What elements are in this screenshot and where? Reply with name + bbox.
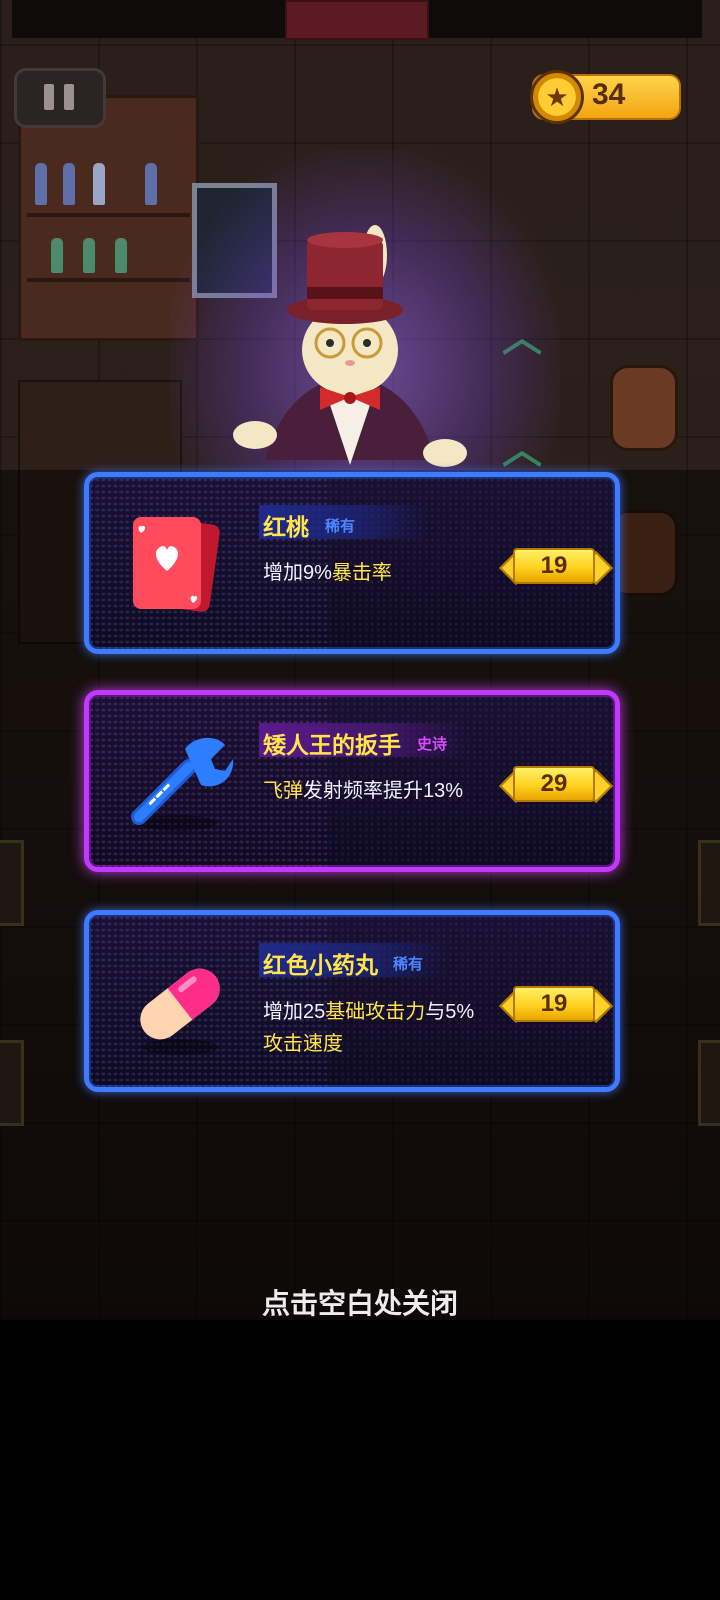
item-name: 红桃 <box>263 514 309 540</box>
item-name: 矮人王的扳手 <box>263 732 401 758</box>
item-description: 飞弹发射频率提升13% <box>263 780 464 802</box>
pause-button[interactable] <box>14 68 106 128</box>
item-description: 增加25基础攻击力与5% 攻击速度 <box>263 1001 475 1055</box>
item-card-pill[interactable]: 红色小药丸 稀有 增加25基础攻击力与5% 攻击速度 19 <box>84 910 620 1092</box>
price-value: 29 <box>513 766 595 802</box>
price-value: 19 <box>513 986 595 1022</box>
red-door <box>285 0 429 40</box>
barrel <box>610 365 678 451</box>
close-hint: 点击空白处关闭 <box>261 1288 458 1319</box>
heart-card-icon <box>133 517 220 612</box>
item-description: 增加9%暴击率 <box>263 562 392 584</box>
item-card-wrench[interactable]: 矮人王的扳手 史诗 飞弹发射频率提升13% 29 <box>84 690 620 872</box>
coin-count: 34 <box>592 78 626 111</box>
price-button[interactable]: 19 <box>499 986 613 1024</box>
price-value: 19 <box>513 548 595 584</box>
price-button[interactable]: 29 <box>499 766 613 804</box>
item-card-heart[interactable]: 红桃 稀有 增加9%暴击率 19 <box>84 472 620 654</box>
coin-counter: ★ 34 <box>530 70 681 124</box>
item-name: 红色小药丸 <box>263 952 378 978</box>
rabbit-magician-character <box>233 225 467 467</box>
pause-icon <box>44 84 54 110</box>
pill-icon <box>140 968 220 1055</box>
rarity-badge: 史诗 <box>417 736 448 753</box>
rarity-badge: 稀有 <box>325 518 356 535</box>
price-button[interactable]: 19 <box>499 548 613 586</box>
rarity-badge: 稀有 <box>393 956 424 973</box>
wrench-icon <box>131 737 234 831</box>
star-coin-icon: ★ <box>530 70 584 124</box>
